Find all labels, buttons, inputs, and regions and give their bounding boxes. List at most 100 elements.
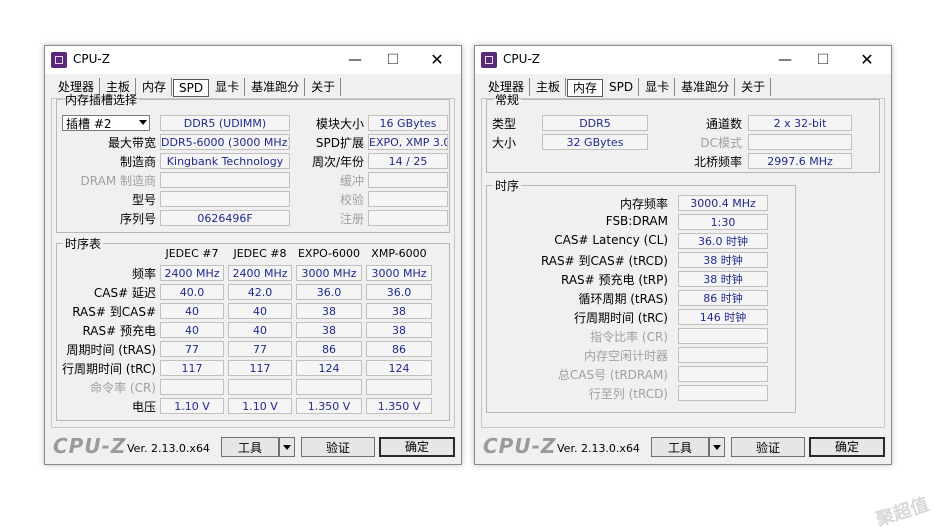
validate-button[interactable]: 验证 <box>731 437 805 457</box>
voltage-xmp: 1.350 V <box>366 398 432 414</box>
idle-timer-label: 内存空闲计时器 <box>583 349 668 363</box>
col-header-expo: EXPO-6000 <box>297 247 361 260</box>
freq-expo: 3000 MHz <box>296 265 362 281</box>
timing-group-title: 时序表 <box>65 237 102 251</box>
registered-value <box>368 210 448 226</box>
module-size-value: 16 GBytes <box>368 115 448 131</box>
tras-value: 86 时钟 <box>678 290 768 306</box>
freq-row-label: 频率 <box>131 267 156 281</box>
max-bandwidth-label: 最大带宽 <box>107 136 156 150</box>
tras-row-label: 周期时间 (tRAS) <box>66 343 156 357</box>
correction-value <box>368 191 448 207</box>
title-bar[interactable]: CPU-Z — ☐ ✕ <box>475 46 891 74</box>
idle-timer-value <box>678 347 768 363</box>
fsb-dram-label: FSB:DRAM <box>605 214 668 228</box>
module-type-value: DDR5 (UDIMM) <box>160 115 290 131</box>
validate-button[interactable]: 验证 <box>301 437 375 457</box>
tras-expo: 86 <box>296 341 362 357</box>
tras-xmp: 86 <box>366 341 432 357</box>
cr-xmp <box>366 379 432 395</box>
tras-jedec7: 77 <box>160 341 224 357</box>
trp-row-label: RAS# 预充电 <box>82 324 156 338</box>
bottom-bar: CPU-Z Ver. 2.13.0.x64 工具 验证 确定 <box>475 432 891 462</box>
title-bar[interactable]: CPU-Z — ☐ ✕ <box>45 46 461 74</box>
dram-freq-value: 3000.4 MHz <box>678 195 768 211</box>
dram-manufacturer-value <box>160 172 290 188</box>
version-label: Ver. 2.13.0.x64 <box>127 442 210 455</box>
row-to-column-value <box>678 385 768 401</box>
close-icon[interactable]: ✕ <box>853 50 881 70</box>
spd-ext-value: EXPO, XMP 3.0 <box>368 134 448 150</box>
trc-jedec7: 117 <box>160 360 224 376</box>
cpuz-logo: CPU-Z <box>53 434 127 458</box>
ok-button[interactable]: 确定 <box>379 437 455 457</box>
col-header-jedec7: JEDEC #7 <box>165 247 219 260</box>
buffered-label: 缓冲 <box>339 174 364 188</box>
close-icon[interactable]: ✕ <box>423 50 451 70</box>
minimize-icon[interactable]: — <box>341 50 369 70</box>
cpuz-window-memory: CPU-Z — ☐ ✕ 处理器 主板 内存 SPD 显卡 基准跑分 关于 常规 … <box>474 45 892 465</box>
serial-number-value: 0626496F <box>160 210 290 226</box>
cas-expo: 36.0 <box>296 284 362 300</box>
fsb-dram-value: 1:30 <box>678 214 768 230</box>
dc-mode-label: DC模式 <box>700 136 742 150</box>
freq-jedec7: 2400 MHz <box>160 265 224 281</box>
cas-jedec7: 40.0 <box>160 284 224 300</box>
voltage-jedec7: 1.10 V <box>160 398 224 414</box>
manufacturer-label: 制造商 <box>119 155 156 169</box>
trp-value: 38 时钟 <box>678 271 768 287</box>
cr-row-label: 命令率 (CR) <box>90 381 156 395</box>
cr-jedec8 <box>228 379 292 395</box>
cas-xmp: 36.0 <box>366 284 432 300</box>
cpuz-window-spd: CPU-Z — ☐ ✕ 处理器 主板 内存 SPD 显卡 基准跑分 关于 内存插… <box>44 45 462 465</box>
trp-label: RAS# 预充电 (tRP) <box>560 273 668 287</box>
watermark: 聚超值 <box>873 494 932 531</box>
tools-dropdown-icon[interactable] <box>279 437 295 457</box>
trdram-label: 总CAS号 (tRDRAM) <box>557 368 668 382</box>
trcd-expo: 38 <box>296 303 362 319</box>
slot-select[interactable]: 插槽 #2 <box>62 115 150 131</box>
channels-label: 通道数 <box>705 117 742 131</box>
timings-group-title: 时序 <box>495 179 520 193</box>
maximize-icon[interactable]: ☐ <box>809 50 837 70</box>
command-rate-label: 指令比率 (CR) <box>590 330 668 344</box>
trp-jedec7: 40 <box>160 322 224 338</box>
maximize-icon[interactable]: ☐ <box>379 50 407 70</box>
cpuz-logo: CPU-Z <box>483 434 557 458</box>
chevron-down-icon <box>139 120 147 125</box>
memory-panel: 常规 类型 DDR5 通道数 2 x 32-bit 大小 32 GBytes D… <box>481 91 885 428</box>
trp-expo: 38 <box>296 322 362 338</box>
buffered-value <box>368 172 448 188</box>
manufacturer-value: Kingbank Technology <box>160 153 290 169</box>
tras-label: 循环周期 (tRAS) <box>578 292 668 306</box>
spd-panel: 内存插槽选择 插槽 #2 DDR5 (UDIMM) 模块大小 16 GBytes… <box>51 91 455 428</box>
trdram-value <box>678 366 768 382</box>
tools-dropdown-icon[interactable] <box>709 437 725 457</box>
trcd-xmp: 38 <box>366 303 432 319</box>
week-year-label: 周次/年份 <box>311 155 364 169</box>
tools-button[interactable]: 工具 <box>221 437 279 457</box>
trc-value: 146 时钟 <box>678 309 768 325</box>
correction-label: 校验 <box>339 193 364 207</box>
col-header-xmp: XMP-6000 <box>371 247 427 260</box>
dc-mode-value <box>748 134 852 150</box>
dram-freq-label: 内存频率 <box>619 197 668 211</box>
voltage-jedec8: 1.10 V <box>228 398 292 414</box>
trcd-label: RAS# 到CAS# (tRCD) <box>540 254 668 268</box>
tras-jedec8: 77 <box>228 341 292 357</box>
tools-button[interactable]: 工具 <box>651 437 709 457</box>
slot-group-title: 内存插槽选择 <box>65 93 138 107</box>
minimize-icon[interactable]: — <box>771 50 799 70</box>
trc-row-label: 行周期时间 (tRC) <box>61 362 156 376</box>
trc-label: 行周期时间 (tRC) <box>573 311 668 325</box>
registered-label: 注册 <box>339 212 364 226</box>
ok-button[interactable]: 确定 <box>809 437 885 457</box>
col-header-jedec8: JEDEC #8 <box>233 247 287 260</box>
week-year-value: 14 / 25 <box>368 153 448 169</box>
trcd-jedec8: 40 <box>228 303 292 319</box>
cas-row-label: CAS# 延迟 <box>93 286 156 300</box>
cr-expo <box>296 379 362 395</box>
general-group-title: 常规 <box>495 93 520 107</box>
spd-ext-label: SPD扩展 <box>315 136 364 150</box>
cpuz-app-icon <box>51 52 67 68</box>
